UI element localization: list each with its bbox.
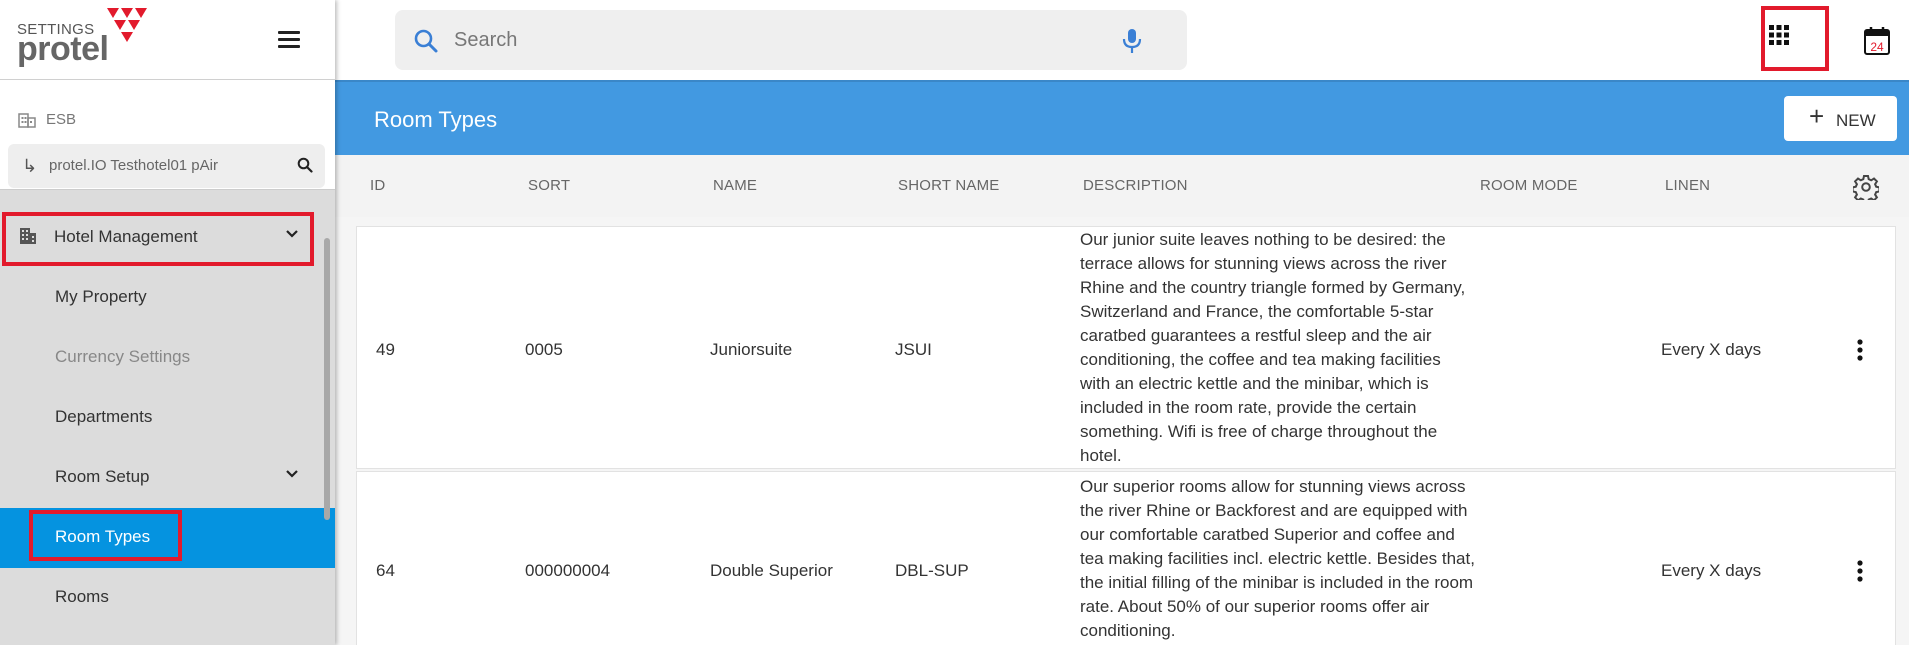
search-input[interactable]	[454, 24, 1074, 56]
microphone-icon[interactable]	[1122, 28, 1142, 54]
logo-protel-text: protel	[17, 30, 109, 68]
more-vertical-icon[interactable]	[1856, 560, 1864, 582]
search-icon[interactable]	[297, 157, 313, 173]
new-button-label: NEW	[1836, 111, 1876, 130]
sidebar-item-label: Hotel Management	[54, 227, 198, 246]
building-icon	[18, 113, 36, 128]
cell-description: Our superior rooms allow for stunning vi…	[1080, 477, 1475, 640]
sidebar-item-room-types[interactable]: Room Types	[0, 508, 335, 568]
page-header: Room Types + NEW	[335, 80, 1909, 155]
hotel-selector[interactable]: ↳ protel.IO Testhotel01 pAir	[8, 144, 325, 188]
sidebar-item-rooms[interactable]: Rooms	[0, 568, 335, 628]
column-header-short-name[interactable]: SHORT NAME	[898, 177, 999, 194]
table-header: ID SORT NAME SHORT NAME DESCRIPTION ROOM…	[335, 155, 1909, 217]
sidebar: SETTINGS protel ESB ↳ protel.IO Testhote…	[0, 0, 335, 645]
sidebar-item-currency-settings[interactable]: Currency Settings	[0, 328, 335, 388]
cell-linen: Every X days	[1661, 561, 1762, 580]
sidebar-item-label: My Property	[55, 287, 147, 306]
column-header-room-mode[interactable]: ROOM MODE	[1480, 177, 1578, 194]
more-vertical-icon[interactable]	[1856, 339, 1864, 361]
chevron-down-icon[interactable]	[285, 229, 299, 239]
chevron-down-icon[interactable]	[285, 469, 299, 479]
sidebar-item-hotel-management[interactable]: Hotel Management	[0, 208, 335, 268]
new-button[interactable]: + NEW	[1784, 96, 1897, 141]
cell-short-name: DBL-SUP	[895, 561, 969, 580]
sidebar-item-label: Currency Settings	[55, 347, 191, 366]
cell-id: 49	[376, 340, 395, 359]
cell-id: 64	[376, 561, 395, 580]
page-title: Room Types	[374, 107, 498, 132]
sidebar-item-departments[interactable]: Departments	[0, 388, 335, 448]
top-bar: 24	[335, 0, 1909, 80]
sidebar-item-label: Departments	[55, 407, 153, 426]
column-header-id[interactable]: ID	[370, 177, 385, 194]
cell-description: Our junior suite leaves nothing to be de…	[1080, 230, 1466, 465]
plus-icon: +	[1809, 101, 1825, 131]
column-header-name[interactable]: NAME	[713, 177, 757, 194]
sidebar-item-label: Room Types	[55, 527, 151, 546]
search-icon[interactable]	[413, 28, 439, 54]
hotel-name: protel.IO Testhotel01 pAir	[49, 157, 218, 174]
sidebar-item-room-setup[interactable]: Room Setup	[0, 448, 335, 508]
search-bar	[395, 10, 1187, 70]
gear-icon[interactable]	[1853, 174, 1879, 200]
calendar-icon[interactable]: 24	[1863, 26, 1891, 56]
cell-sort: 0005	[525, 340, 563, 359]
subdirectory-arrow-icon: ↳	[22, 156, 38, 176]
logo-triangles-icon	[107, 8, 147, 42]
sidebar-item-my-property[interactable]: My Property	[0, 268, 335, 328]
cell-name: Double Superior	[710, 561, 833, 580]
cell-name: Juniorsuite	[710, 340, 793, 359]
column-header-sort[interactable]: SORT	[528, 177, 570, 194]
table-row[interactable]: 49 0005 Juniorsuite JSUI Our junior suit…	[356, 226, 1896, 469]
cell-sort: 000000004	[525, 561, 611, 580]
apps-grid-icon[interactable]	[1762, 18, 1796, 52]
sidebar-item-label: Rooms	[55, 587, 109, 606]
column-header-description[interactable]: DESCRIPTION	[1083, 177, 1188, 194]
org-label: ESB	[46, 111, 77, 128]
cell-short-name: JSUI	[895, 340, 932, 359]
column-header-linen[interactable]: LINEN	[1665, 177, 1710, 194]
sidebar-nav: Hotel Management My Property Currency Se…	[0, 208, 335, 628]
hamburger-menu-icon[interactable]	[278, 31, 302, 51]
calendar-day: 24	[1870, 40, 1884, 54]
sidebar-item-label: Room Setup	[55, 467, 150, 486]
hotel-building-icon	[20, 228, 36, 244]
brand-header: SETTINGS protel	[0, 0, 335, 80]
cell-linen: Every X days	[1661, 340, 1762, 359]
table-row[interactable]: 64 000000004 Double Superior DBL-SUP Our…	[356, 471, 1896, 645]
sidebar-scrollbar[interactable]	[324, 238, 330, 520]
